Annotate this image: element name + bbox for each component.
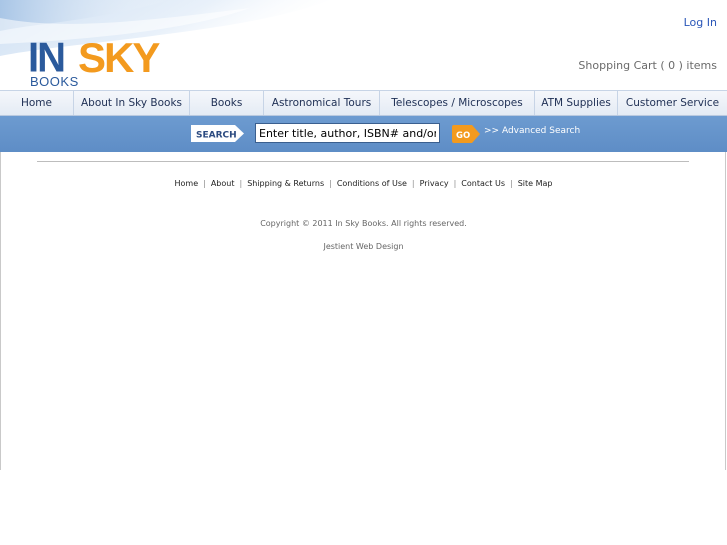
go-button-label: GO xyxy=(456,131,470,141)
footer-separator: | xyxy=(203,179,206,188)
nav-item-customer-service[interactable]: Customer Service xyxy=(618,91,727,115)
search-bar: SEARCH GO >> Advanced Search xyxy=(0,116,727,152)
search-label-arrow: SEARCH xyxy=(191,125,244,142)
footer-link-home[interactable]: Home xyxy=(175,179,199,188)
go-button[interactable]: GO xyxy=(451,124,481,144)
footer-link-about[interactable]: About xyxy=(211,179,235,188)
nav-item-astronomical-tours[interactable]: Astronomical Tours xyxy=(264,91,380,115)
footer-divider xyxy=(37,161,689,162)
nav-item-telescopes[interactable]: Telescopes / Microscopes xyxy=(380,91,535,115)
logo-sky-text: SKY xyxy=(78,34,160,81)
nav-item-home[interactable]: Home xyxy=(0,91,74,115)
nav-item-about[interactable]: About In Sky Books xyxy=(74,91,190,115)
site-header: IN SKY BOOKS Log In Shopping Cart ( 0 ) … xyxy=(0,0,727,90)
advanced-search-link[interactable]: >> Advanced Search xyxy=(484,126,580,136)
logo-books-text: BOOKS xyxy=(30,74,79,89)
logo-in-text: IN xyxy=(28,34,66,82)
main-nav: Home About In Sky Books Books Astronomic… xyxy=(0,90,727,116)
search-label-text: SEARCH xyxy=(196,131,237,141)
footer-link-site-map[interactable]: Site Map xyxy=(518,179,553,188)
footer-links: Home | About | Shipping & Returns | Conditions… xyxy=(0,179,727,188)
footer-link-privacy[interactable]: Privacy xyxy=(420,179,449,188)
footer-separator: | xyxy=(510,179,513,188)
footer-separator: | xyxy=(329,179,332,188)
nav-item-books[interactable]: Books xyxy=(190,91,264,115)
footer-separator: | xyxy=(411,179,415,188)
search-input[interactable] xyxy=(255,123,440,143)
copyright-text: Copyright © 2011 In Sky Books. All right… xyxy=(260,219,467,228)
login-link[interactable]: Log In xyxy=(684,16,717,29)
nav-item-atm-supplies[interactable]: ATM Supplies xyxy=(535,91,618,115)
footer-link-shipping-returns[interactable]: Shipping & Returns xyxy=(247,179,324,188)
footer-link-contact-us[interactable]: Contact Us xyxy=(461,179,505,188)
designer-credit[interactable]: Jestient Web Design xyxy=(0,242,727,251)
footer-separator: | xyxy=(453,179,457,188)
footer-link-conditions-of-use[interactable]: Conditions of Use xyxy=(337,179,407,188)
footer-separator: | xyxy=(239,179,243,188)
shopping-cart-status[interactable]: Shopping Cart ( 0 ) items xyxy=(578,59,717,72)
